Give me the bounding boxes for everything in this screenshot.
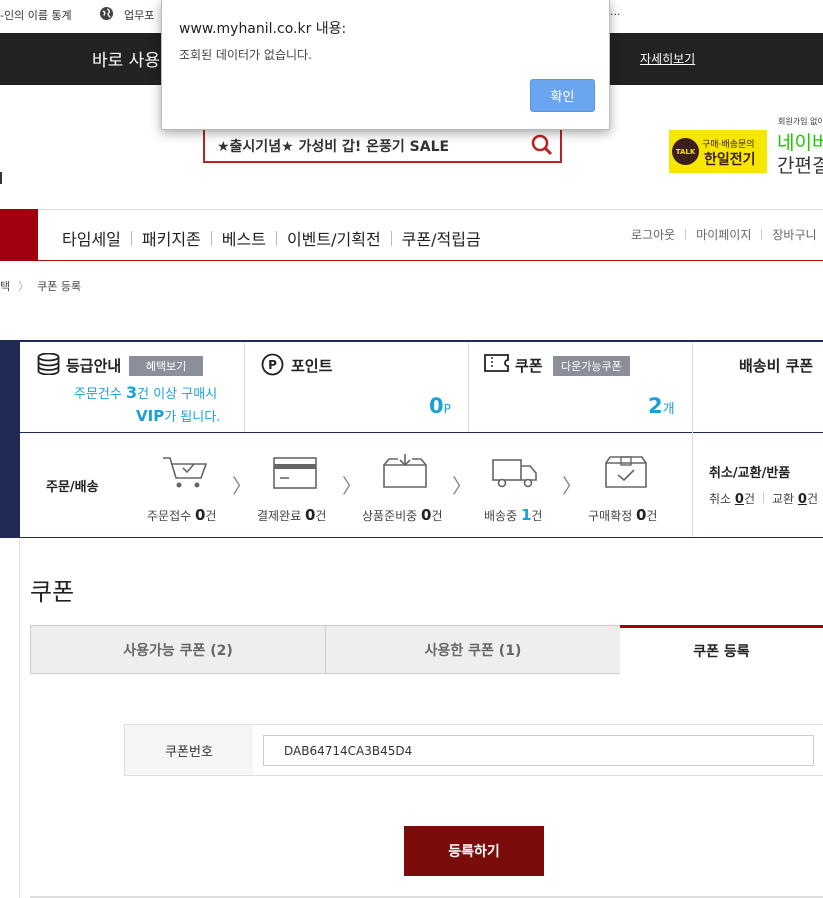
tab-available-coupons[interactable]: 사용가능 쿠폰 (2)	[30, 625, 326, 674]
step-order-received[interactable]: 주문접수 0건	[147, 506, 216, 524]
dialog-message: 조회된 데이터가 없습니다.	[179, 48, 312, 62]
banner-text: 바로 사용	[92, 51, 160, 71]
nav-item-best[interactable]: 베스트	[222, 226, 266, 250]
cart-icon	[161, 454, 209, 490]
tab-register-coupon[interactable]: 쿠폰 등록	[620, 625, 823, 674]
register-button[interactable]: 등록하기	[404, 826, 544, 876]
exchange-count[interactable]: 교환 0건	[772, 490, 818, 507]
grade-line2: VIP가 됩니다.	[136, 407, 221, 425]
chevron-right-icon: 〉	[452, 474, 472, 498]
naver-promo-small: 회원가입 없이	[778, 117, 823, 126]
search-box[interactable]: ★출시기념★ 가성비 갑! 온풍기 SALE	[203, 126, 562, 163]
kakao-talk-icon: TALK	[672, 138, 699, 165]
nav-divider	[275, 230, 277, 246]
summary-col-divider	[692, 342, 693, 537]
summary-side-bar	[0, 340, 20, 538]
coupon-form: 쿠폰번호 DAB64714CA3B45D4	[124, 724, 823, 776]
breadcrumb-prev[interactable]: 택	[0, 278, 10, 294]
bookmark-item[interactable]: -인의 이름 통계	[0, 7, 72, 23]
chevron-right-icon: 〉	[342, 474, 362, 498]
database-icon	[37, 352, 60, 379]
search-icon[interactable]	[531, 134, 553, 160]
util-divider	[685, 229, 687, 240]
grade-title: 등급안내	[66, 357, 122, 375]
grade-line1: 주문건수 3건 이상 구매시	[74, 383, 218, 402]
mypage-link[interactable]: 마이페이지	[696, 226, 751, 243]
util-menu: 로그아웃 마이페이지 장바구니	[631, 226, 817, 243]
nav-divider	[390, 230, 392, 246]
nav-divider	[130, 230, 132, 246]
point-value[interactable]: 0P	[429, 394, 451, 418]
nav-divider	[210, 230, 212, 246]
cancel-count[interactable]: 취소 0건	[709, 490, 755, 507]
chevron-right-icon: 〉	[562, 474, 582, 498]
kakao-line2: 한일전기	[704, 152, 756, 168]
downloadable-coupon-button[interactable]: 다운가능쿠폰	[553, 356, 630, 376]
coupon-number-label: 쿠폰번호	[125, 725, 253, 775]
category-menu-button[interactable]	[0, 209, 38, 261]
step-purchase-confirmed[interactable]: 구매확정 0건	[588, 506, 657, 524]
claims-counts: 취소 0건 교환 0건	[709, 490, 818, 507]
nav-item-timesale[interactable]: 타임세일	[62, 226, 121, 250]
coupon-title: 쿠폰	[515, 357, 543, 375]
logout-link[interactable]: 로그아웃	[631, 226, 675, 243]
edge-mark	[0, 172, 2, 184]
coupon-count[interactable]: 2개	[648, 394, 675, 418]
step-payment-complete[interactable]: 결제완료 0건	[257, 506, 326, 524]
summary-divider	[20, 432, 823, 433]
box-prepare-icon	[381, 453, 429, 489]
banner-more-link[interactable]: 자세히보기	[640, 50, 695, 67]
claims-title: 취소/교환/반품	[709, 466, 791, 481]
nav-menu: 타임세일 패키지존 베스트 이벤트/기획전 쿠폰/적립금	[62, 226, 481, 250]
step-preparing[interactable]: 상품준비중 0건	[362, 506, 443, 524]
grade-benefit-button[interactable]: 혜택보기	[129, 356, 203, 376]
kakao-promo[interactable]: TALK 구매·배송문의 한일전기	[669, 130, 767, 173]
nav-item-coupons[interactable]: 쿠폰/적립금	[402, 226, 481, 250]
claims-divider	[763, 492, 764, 503]
util-divider	[761, 229, 763, 240]
point-title: 포인트	[291, 357, 333, 375]
page-title: 쿠폰	[30, 578, 75, 606]
svg-text:P: P	[268, 358, 277, 372]
dialog-origin: www.myhanil.co.kr 내용:	[179, 21, 347, 37]
globe-icon	[99, 6, 114, 24]
purchase-confirm-icon	[603, 453, 649, 489]
delivery-truck-icon	[491, 456, 539, 490]
coupon-number-input[interactable]: DAB64714CA3B45D4	[263, 735, 814, 766]
cart-link[interactable]: 장바구니	[772, 226, 816, 243]
chevron-right-icon: 〉	[232, 474, 252, 498]
nav-item-package[interactable]: 패키지존	[142, 226, 201, 250]
ticket-icon	[484, 354, 509, 376]
nav-item-events[interactable]: 이벤트/기획전	[287, 226, 381, 250]
bookmark-item[interactable]: ...	[610, 5, 621, 18]
tab-used-coupons[interactable]: 사용한 쿠폰 (1)	[325, 625, 621, 674]
summary-col-divider	[244, 342, 245, 432]
summary-col-divider	[468, 342, 469, 432]
content-left-border	[19, 538, 20, 898]
search-input[interactable]: ★출시기념★ 가성비 갑! 온풍기 SALE	[217, 136, 449, 156]
chevron-right-icon: 〉	[18, 280, 30, 293]
shipping-coupon-title: 배송비 쿠폰	[739, 357, 814, 375]
order-label: 주문/배송	[46, 480, 99, 495]
breadcrumb: 택 〉 쿠폰 등록	[0, 278, 81, 294]
alert-dialog: www.myhanil.co.kr 내용: 조회된 데이터가 없습니다. 확인	[161, 0, 610, 130]
point-icon: P	[261, 353, 284, 380]
dialog-ok-button[interactable]: 확인	[530, 79, 595, 112]
naver-promo-line2[interactable]: 간편결	[777, 151, 823, 178]
bookmark-item[interactable]: 업무포	[124, 7, 154, 23]
breadcrumb-current: 쿠폰 등록	[37, 280, 82, 293]
credit-card-icon	[271, 456, 319, 490]
step-shipping[interactable]: 배송중 1건	[484, 506, 542, 524]
